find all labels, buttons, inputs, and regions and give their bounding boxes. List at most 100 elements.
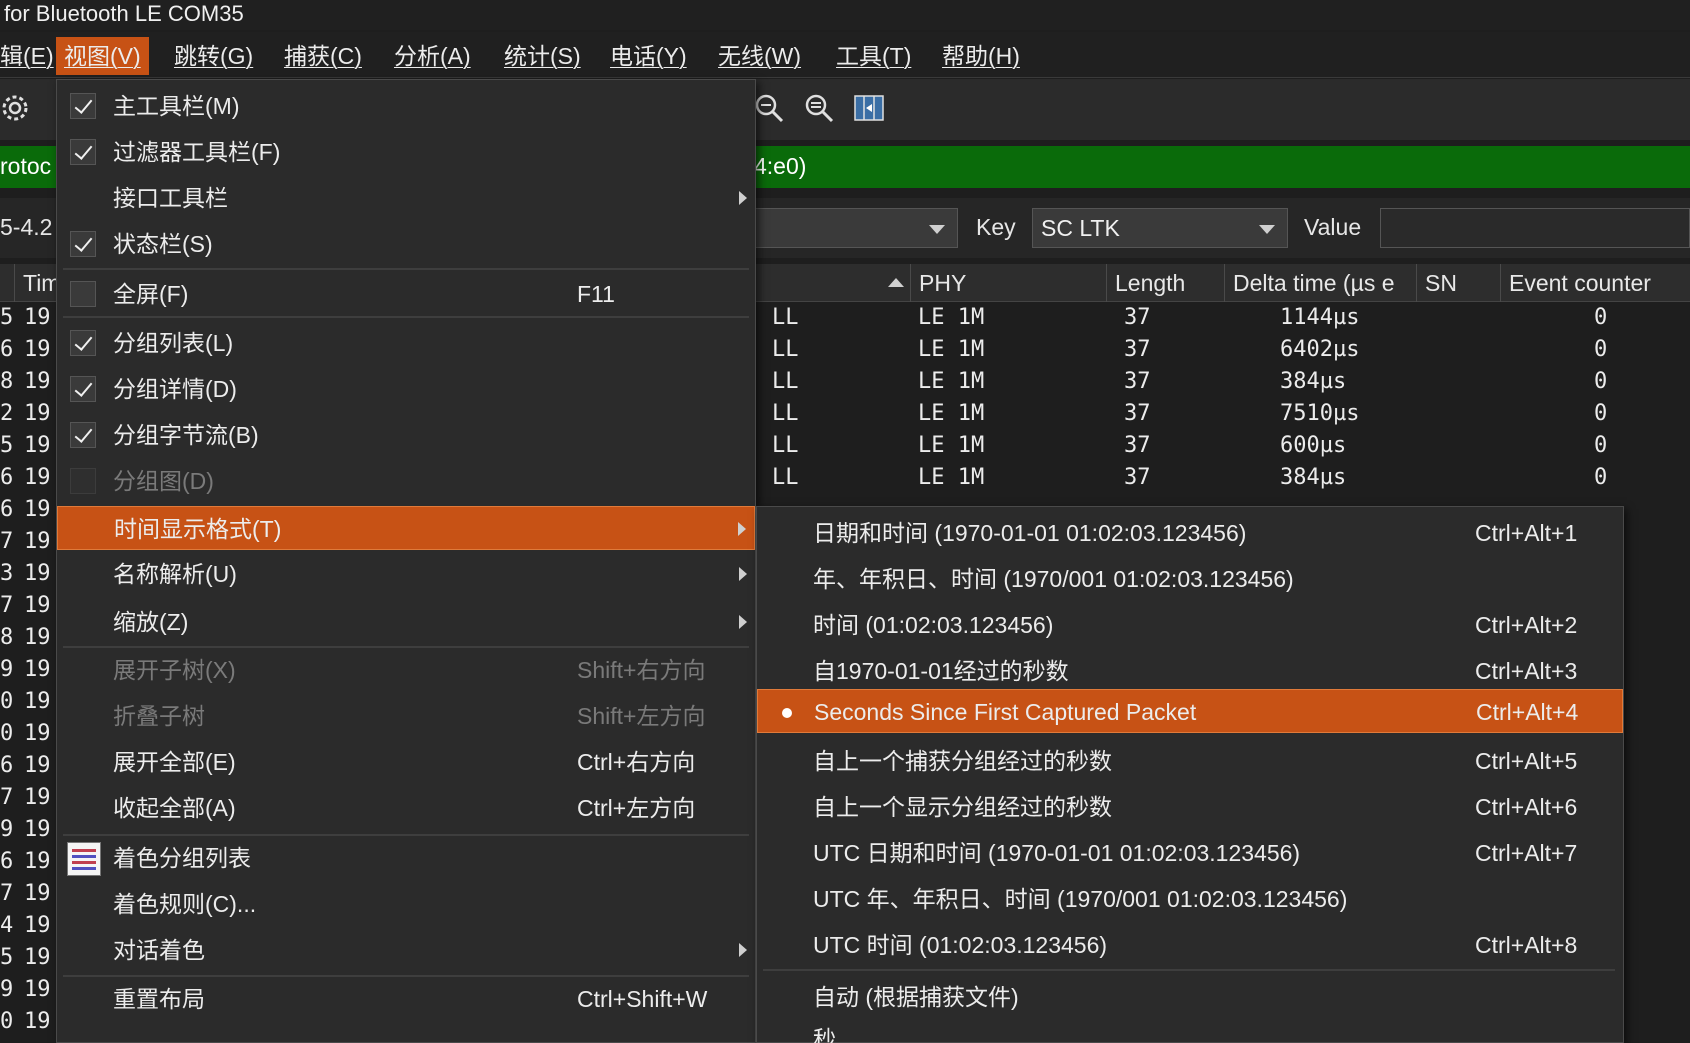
time-format-time-of-day[interactable]: 时间 (01:02:03.123456) Ctrl+Alt+2 [757,603,1623,647]
menu-capture[interactable]: 捕获(C) [276,37,370,75]
device-select[interactable] [752,208,958,248]
menu-item-label: Seconds Since First Captured Packet [814,699,1197,725]
menu-help[interactable]: 帮助(H) [934,37,1028,75]
cell-delta-time: 6402µs [1280,337,1360,362]
column-event-counter[interactable]: Event counter [1500,264,1690,302]
menu-item-shortcut: Ctrl+Alt+2 [1475,612,1578,638]
menu-item-expand-all[interactable]: 展开全部(E) Ctrl+右方向 [57,740,755,784]
time-format-since-previous-displayed[interactable]: 自上一个显示分组经过的秒数 Ctrl+Alt+6 [757,785,1623,829]
menu-item-label: 重置布局 [113,986,205,1012]
chevron-right-icon [739,567,747,581]
menu-item-collapse-all[interactable]: 收起全部(A) Ctrl+左方向 [57,786,755,830]
time-format-date-time[interactable]: 日期和时间 (1970-01-01 01:02:03.123456) Ctrl+… [757,511,1623,555]
menu-item-shortcut: Ctrl+Alt+5 [1475,748,1578,774]
cell-number: 2 [0,401,14,426]
menu-item-label: 缩放(Z) [113,609,189,635]
menu-item-label: 年、年积日、时间 (1970/001 01:02:03.123456) [813,566,1294,592]
time-format-year-doy-time[interactable]: 年、年积日、时间 (1970/001 01:02:03.123456) [757,557,1623,601]
menu-telephony[interactable]: 电话(Y) [602,37,695,75]
cell-protocol: LL [772,401,799,426]
menu-item-label: 自上一个捕获分组经过的秒数 [813,748,1112,774]
cell-phy: LE 1M [918,401,985,426]
menu-item-colorize-conversation[interactable]: 对话着色 [57,928,755,972]
menu-item-main-toolbar[interactable]: 主工具栏(M) [57,84,755,128]
menu-item-coloring-rules[interactable]: 着色规则(C)... [57,882,755,926]
cell-number: 5 [0,433,14,458]
menu-item-label: 分组详情(D) [113,376,237,402]
zoom-in-icon[interactable] [752,91,786,125]
cell-time: 19 [24,497,51,522]
cell-number: 7 [0,529,14,554]
menu-item-label: UTC 年、年积日、时间 (1970/001 01:02:03.123456) [813,886,1348,912]
menu-item-packet-list[interactable]: 分组列表(L) [57,321,755,365]
time-precision-auto[interactable]: 自动 (根据捕获文件) [757,975,1623,1019]
column-length[interactable]: Length [1106,264,1224,302]
menu-item-name-resolution[interactable]: 名称解析(U) [57,552,755,596]
checkbox-unchecked [70,281,96,307]
menu-item-fullscreen[interactable]: 全屏(F) F11 [57,272,755,316]
cell-protocol: LL [772,433,799,458]
kv-left-text: 5-4.2 [0,214,53,240]
time-format-since-first-packet[interactable]: Seconds Since First Captured Packet Ctrl… [757,689,1623,733]
cell-number: 7 [0,785,14,810]
cell-number: 0 [0,689,14,714]
column-delta-time[interactable]: Delta time (µs e [1224,264,1418,302]
key-type-select[interactable]: SC LTK [1032,208,1288,248]
menu-item-filter-toolbar[interactable]: 过滤器工具栏(F) [57,130,755,174]
cell-time: 19 [24,913,51,938]
cell-number: 6 [0,753,14,778]
value-input[interactable] [1380,208,1690,248]
chevron-right-icon [738,522,746,536]
cell-event-counter: 0 [1594,465,1608,490]
time-precision-seconds[interactable]: 秒 [757,1017,1623,1043]
time-format-epoch-seconds[interactable]: 自1970-01-01经过的秒数 Ctrl+Alt+3 [757,649,1623,693]
menu-item-shortcut: Ctrl+Shift+W [577,986,708,1012]
menu-item-status-bar[interactable]: 状态栏(S) [57,222,755,266]
menu-item-label: 着色规则(C)... [113,891,257,917]
cell-event-counter: 0 [1594,305,1608,330]
menu-statistics[interactable]: 统计(S) [496,37,589,75]
cell-number: 7 [0,593,14,618]
cell-time: 19 [24,753,51,778]
cell-time: 19 [24,625,51,650]
menu-go[interactable]: 跳转(G) [166,37,261,75]
cell-number: 8 [0,625,14,650]
menu-item-shortcut: Ctrl+左方向 [577,795,696,821]
menu-item-packet-bytes[interactable]: 分组字节流(B) [57,413,755,457]
menu-item-packet-details[interactable]: 分组详情(D) [57,367,755,411]
menu-wireless[interactable]: 无线(W) [710,37,809,75]
time-format-since-previous-captured[interactable]: 自上一个捕获分组经过的秒数 Ctrl+Alt+5 [757,739,1623,783]
menu-tools[interactable]: 工具(T) [828,37,919,75]
time-format-utc-time[interactable]: UTC 时间 (01:02:03.123456) Ctrl+Alt+8 [757,923,1623,967]
menu-item-label: 日期和时间 (1970-01-01 01:02:03.123456) [813,520,1247,546]
cell-number: 6 [0,337,14,362]
column-protocol[interactable] [756,264,910,302]
gear-icon[interactable] [0,91,34,125]
time-format-utc-date-time[interactable]: UTC 日期和时间 (1970-01-01 01:02:03.123456) C… [757,831,1623,875]
menu-item-colorize-packet-list[interactable]: 着色分组列表 [57,836,755,880]
cell-protocol: LL [772,465,799,490]
menu-analyze[interactable]: 分析(A) [386,37,479,75]
zoom-out-icon[interactable] [802,91,836,125]
chevron-down-icon [929,225,945,234]
menu-item-shortcut: F11 [577,281,615,307]
menu-item-interface-toolbar[interactable]: 接口工具栏 [57,176,755,220]
cell-event-counter: 0 [1594,369,1608,394]
checkbox-checked [70,376,96,402]
column-phy[interactable]: PHY [910,264,1106,302]
menu-item-label: 对话着色 [113,937,205,963]
menu-item-time-display-format[interactable]: 时间显示格式(T) [57,506,755,550]
cell-length: 37 [1124,305,1151,330]
menu-item-zoom[interactable]: 缩放(Z) [57,600,755,644]
column-sn[interactable]: SN [1416,264,1500,302]
time-format-utc-year-doy-time[interactable]: UTC 年、年积日、时间 (1970/001 01:02:03.123456) [757,877,1623,921]
menu-item-label: 自上一个显示分组经过的秒数 [813,794,1112,820]
menu-view[interactable]: 视图(V) [56,37,149,75]
menu-item-shortcut: Ctrl+Alt+3 [1475,658,1578,684]
resize-columns-icon[interactable] [852,91,886,125]
menu-item-reset-layout[interactable]: 重置布局 Ctrl+Shift+W [57,977,755,1021]
checkbox-checked [70,422,96,448]
chevron-right-icon [739,191,747,205]
menu-edit[interactable]: 辑(E) [0,37,62,75]
cell-protocol: LL [772,337,799,362]
